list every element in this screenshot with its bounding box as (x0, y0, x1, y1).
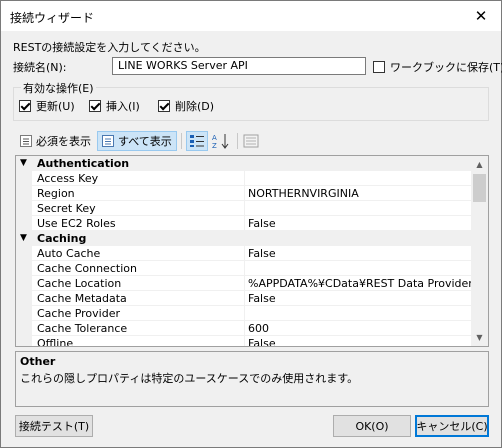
property-row[interactable]: Cache Tolerance 600 (16, 321, 471, 336)
property-name: Use EC2 Roles (37, 217, 116, 230)
insert-label: 挿入(I) (106, 100, 140, 113)
collapse-chevron-icon[interactable]: ▼ (20, 156, 27, 171)
property-row[interactable]: Cache Location %APPDATA%¥CData¥REST Data … (16, 276, 474, 291)
property-value[interactable]: False (244, 291, 474, 306)
property-row[interactable]: Offline False (16, 336, 474, 347)
row-gutter (16, 216, 32, 231)
operation-insert[interactable]: 挿入(I) (89, 98, 140, 114)
save-to-workbook-checkbox[interactable] (373, 61, 385, 73)
sort-az-icon: AZ (212, 134, 229, 149)
intro-text: RESTの接続設定を入力してください。 (13, 41, 206, 54)
show-all-button[interactable]: すべて表示 (97, 131, 177, 151)
row-gutter (16, 306, 32, 321)
property-name: Auto Cache (37, 247, 101, 260)
category-row[interactable]: ▼ Caching (16, 231, 471, 246)
row-gutter (16, 291, 32, 306)
insert-checkbox[interactable] (89, 100, 101, 112)
test-connection-button[interactable]: 接続テスト(T) (15, 415, 93, 437)
property-row[interactable]: Cache Metadata False (16, 291, 471, 306)
window-title: 接続ウィザード (10, 11, 95, 25)
show-required-button[interactable]: 必須を表示 (16, 131, 95, 151)
property-value[interactable]: 600 (244, 321, 474, 336)
property-value[interactable]: False (244, 336, 474, 346)
row-gutter (16, 186, 32, 201)
operations-group-title: 有効な操作(E) (21, 80, 96, 96)
property-pages-icon (243, 134, 259, 148)
show-required-label: 必須を表示 (36, 135, 91, 148)
row-gutter (16, 261, 32, 276)
property-row[interactable]: Cache Provider (16, 306, 471, 321)
property-name: Cache Location (37, 277, 122, 290)
property-row[interactable]: Auto Cache False (16, 246, 471, 261)
update-checkbox[interactable] (19, 100, 31, 112)
vertical-scrollbar[interactable]: ▲ ▼ (471, 156, 488, 346)
delete-label: 削除(D) (175, 100, 215, 113)
svg-text:Z: Z (212, 142, 217, 149)
description-title: Other (20, 355, 56, 368)
category-row[interactable]: ▼ Authentication (16, 156, 471, 171)
property-name: Cache Tolerance (37, 322, 128, 335)
property-row[interactable]: Access Key (16, 171, 471, 186)
toolbar-separator (181, 133, 182, 149)
update-label: 更新(U) (36, 100, 75, 113)
operation-delete[interactable]: 削除(D) (158, 98, 214, 114)
title-bar: 接続ウィザード ✕ (1, 1, 501, 31)
connection-name-input[interactable]: LINE WORKS Server API (112, 57, 366, 75)
property-name: Cache Provider (37, 307, 120, 320)
property-pages-button[interactable] (241, 131, 263, 151)
property-name: Cache Metadata (37, 292, 127, 305)
category-name: Caching (37, 232, 87, 245)
row-gutter (16, 336, 32, 346)
property-row[interactable]: Use EC2 Roles False (16, 216, 471, 231)
row-gutter (16, 246, 32, 261)
row-gutter (16, 171, 32, 186)
ok-button[interactable]: OK(O) (333, 415, 411, 437)
row-gutter (16, 321, 32, 336)
show-all-label: すべて表示 (118, 135, 172, 148)
toolbar-separator (237, 133, 238, 149)
cancel-button[interactable]: キャンセル(C) (415, 415, 489, 437)
row-gutter (16, 201, 32, 216)
operation-update[interactable]: 更新(U) (19, 98, 75, 114)
save-to-workbook-label: ワークブックに保存(T) (390, 61, 502, 74)
list-icon (20, 135, 32, 147)
property-value[interactable] (244, 261, 474, 276)
property-row[interactable]: Cache Connection (16, 261, 471, 276)
row-gutter (16, 276, 32, 291)
svg-text:A: A (212, 134, 217, 142)
property-name: Secret Key (37, 202, 96, 215)
scroll-thumb[interactable] (473, 174, 486, 202)
description-panel: Other これらの隠しプロパティは特定のユースケースでのみ使用されます。 (15, 351, 489, 407)
categorized-icon (190, 135, 204, 147)
property-name: Access Key (37, 172, 99, 185)
property-value[interactable] (244, 171, 474, 186)
property-grid: ▼ Authentication Access Key Region NORTHERNV… (15, 155, 489, 347)
property-row[interactable]: Secret Key (16, 201, 471, 216)
delete-checkbox[interactable] (158, 100, 170, 112)
category-name: Authentication (37, 157, 130, 170)
property-value[interactable] (244, 201, 474, 216)
property-value[interactable]: False (244, 246, 474, 261)
connection-wizard-dialog: 接続ウィザード ✕ RESTの接続設定を入力してください。 接続名(N): LI… (0, 0, 502, 448)
property-name: Cache Connection (37, 262, 137, 275)
scroll-up-arrow-icon[interactable]: ▲ (471, 156, 488, 173)
property-value[interactable]: NORTHERNVIRGINIA (244, 186, 474, 201)
scroll-down-arrow-icon[interactable]: ▼ (471, 329, 488, 346)
categorized-view-button[interactable] (186, 131, 208, 151)
list-icon (102, 135, 114, 147)
property-value[interactable] (244, 306, 474, 321)
connection-name-label: 接続名(N): (13, 61, 67, 74)
property-value[interactable]: False (244, 216, 474, 231)
close-button[interactable]: ✕ (461, 1, 501, 31)
save-to-workbook-option[interactable]: ワークブックに保存(T) (373, 59, 502, 75)
collapse-chevron-icon[interactable]: ▼ (20, 231, 27, 246)
property-name: Region (37, 187, 75, 200)
property-name: Offline (37, 337, 74, 347)
property-value[interactable]: %APPDATA%¥CData¥REST Data Provider (244, 276, 474, 291)
alphabetical-sort-button[interactable]: AZ (210, 131, 232, 151)
description-text: これらの隠しプロパティは特定のユースケースでのみ使用されます。 (20, 372, 359, 385)
property-row[interactable]: Region NORTHERNVIRGINIA (16, 186, 471, 201)
